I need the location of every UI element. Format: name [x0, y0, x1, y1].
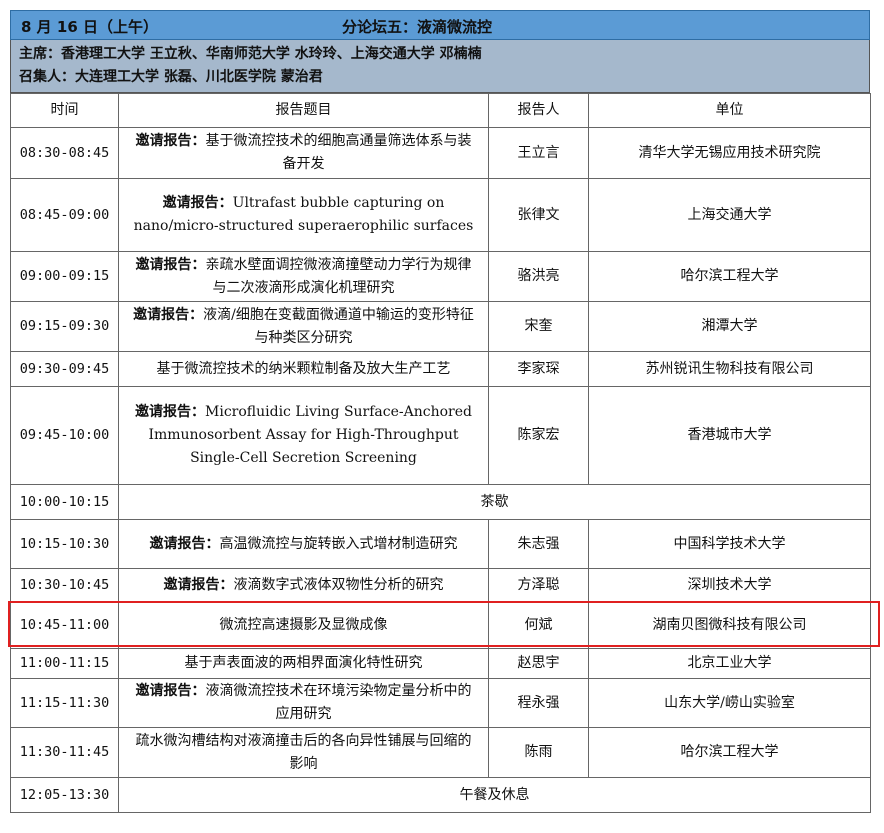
time-cell: 08:45-09:00 — [10, 178, 119, 252]
schedule-body: 08:30-08:45 邀请报告：基于微流控技术的细胞高通量筛选体系与装备开发 王立… — [10, 127, 871, 813]
chair-line: 主席：香港理工大学 王立秋、华南师范大学 水玲玲、上海交通大学 邓楠楠 — [19, 46, 482, 62]
topic-cell: 基于声表面波的两相界面演化特性研究 — [118, 648, 489, 679]
speaker-cell: 朱志强 — [488, 519, 589, 569]
topic-text: 基于声表面波的两相界面演化特性研究 — [184, 655, 423, 671]
invited-report-tag: 邀请报告： — [135, 133, 206, 149]
affiliation-cell: 湘潭大学 — [588, 301, 871, 352]
topic-text: 液滴/细胞在变截面微通道中输运的变形特征与种类区分研究 — [203, 306, 474, 346]
affiliation-cell: 哈尔滨工程大学 — [588, 251, 871, 302]
topic-cell: 邀请报告：高温微流控与旋转嵌入式增材制造研究 — [118, 519, 489, 569]
invited-report-tag: 邀请报告： — [133, 306, 204, 323]
time-cell: 09:45-10:00 — [10, 386, 119, 485]
speaker-cell: 程永强 — [488, 678, 589, 728]
time-cell: 12:05-13:30 — [10, 777, 119, 813]
schedule-row: 11:30-11:45 疏水微沟槽结构对液滴撞击后的各向异性铺展与回缩的影响 陈雨哈… — [10, 727, 871, 778]
time-cell: 09:30-09:45 — [10, 351, 119, 387]
column-header-topic: 报告题目 — [118, 93, 489, 128]
schedule-row: 08:45-09:00 邀请报告：Ultrafast bubble capturi… — [10, 178, 871, 252]
schedule-row: 10:45-11:00 微流控高速摄影及显微成像 何斌 湖南贝图微科技有限公司 — [10, 602, 871, 649]
topic-cell: 疏水微沟槽结构对液滴撞击后的各向异性铺展与回缩的影响 — [118, 727, 489, 778]
time-cell: 11:00-11:15 — [10, 648, 119, 679]
topic-text: 基于微流控技术的细胞高通量筛选体系与装备开发 — [205, 133, 472, 172]
speaker-cell: 王立言 — [488, 127, 589, 179]
break-row: 12:05-13:30 午餐及休息 — [10, 777, 871, 813]
topic-text: 疏水微沟槽结构对液滴撞击后的各向异性铺展与回缩的影响 — [135, 732, 472, 772]
schedule-row: 10:30-10:45 邀请报告：液滴数字式液体双物性分析的研究 方泽聪 深圳技术大学 — [10, 568, 871, 603]
invited-report-tag: 邀请报告： — [135, 683, 206, 699]
affiliation-cell: 深圳技术大学 — [588, 568, 871, 603]
session-title-bar: 8 月 16 日（上午） 分论坛五：液滴微流控 — [10, 10, 870, 40]
topic-cell: 基于微流控技术的纳米颗粒制备及放大生产工艺 — [118, 351, 489, 387]
affiliation-cell: 北京工业大学 — [588, 648, 871, 679]
schedule-row: 10:15-10:30 邀请报告：高温微流控与旋转嵌入式增材制造研究 朱志强 中国科学… — [10, 519, 871, 569]
schedule-table: 时间 报告题目 报告人 单位 08:30-08:45 邀请报告：基于微流控技术的细… — [10, 93, 871, 813]
topic-cell: 微流控高速摄影及显微成像 — [118, 602, 489, 649]
schedule-row: 11:00-11:15 基于声表面波的两相界面演化特性研究 赵思宇 北京工业大学 — [10, 648, 871, 679]
affiliation-cell: 上海交通大学 — [588, 178, 871, 252]
topic-cell: 邀请报告：液滴/细胞在变截面微通道中输运的变形特征与种类区分研究 — [118, 301, 489, 352]
topic-text: 微流控高速摄影及显微成像 — [219, 617, 388, 633]
topic-text: 基于微流控技术的纳米颗粒制备及放大生产工艺 — [156, 360, 451, 377]
affiliation-cell: 中国科学技术大学 — [588, 519, 871, 569]
topic-cell: 邀请报告：基于微流控技术的细胞高通量筛选体系与装备开发 — [118, 127, 489, 179]
forum-title: 分论坛五：液滴微流控 — [342, 18, 493, 36]
invited-report-tag: 邀请报告： — [162, 195, 233, 211]
schedule-row: 11:15-11:30 邀请报告：液滴微流控技术在环境污染物定量分析中的应用研究程… — [10, 678, 871, 728]
speaker-cell: 陈家宏 — [488, 386, 589, 485]
invited-report-tag: 邀请报告： — [149, 535, 220, 552]
table-header-row: 时间 报告题目 报告人 单位 — [10, 93, 871, 128]
speaker-cell: 骆洪亮 — [488, 251, 589, 302]
schedule-row: 09:30-09:45 基于微流控技术的纳米颗粒制备及放大生产工艺 李家琛 苏州锐讯生… — [10, 351, 871, 387]
speaker-cell: 何斌 — [488, 602, 589, 649]
break-row: 10:00-10:15 茶歇 — [10, 484, 871, 520]
time-cell: 10:15-10:30 — [10, 519, 119, 569]
break-cell: 茶歇 — [118, 484, 871, 520]
topic-text: 亲疏水壁面调控微液滴撞壁动力学行为规律与二次液滴形成演化机理研究 — [205, 256, 472, 296]
invited-report-tag: 邀请报告： — [135, 256, 206, 273]
speaker-cell: 陈雨 — [488, 727, 589, 778]
speaker-cell: 宋奎 — [488, 301, 589, 352]
topic-cell: 邀请报告：亲疏水壁面调控微液滴撞壁动力学行为规律与二次液滴形成演化机理研究 — [118, 251, 489, 302]
chairs-panel: 主席：香港理工大学 王立秋、华南师范大学 水玲玲、上海交通大学 邓楠楠 召集人：… — [10, 40, 870, 93]
affiliation-cell: 山东大学/崂山实验室 — [588, 678, 871, 728]
schedule-row: 09:45-10:00 邀请报告：Microfluidic Living Surf… — [10, 386, 871, 485]
topic-cell: 邀请报告：液滴微流控技术在环境污染物定量分析中的应用研究 — [118, 678, 489, 728]
affiliation-cell: 湖南贝图微科技有限公司 — [588, 602, 871, 649]
schedule-row: 09:15-09:30 邀请报告：液滴/细胞在变截面微通道中输运的变形特征与种类区… — [10, 301, 871, 352]
invited-report-tag: 邀请报告： — [163, 577, 234, 593]
topic-text: 液滴数字式液体双物性分析的研究 — [233, 577, 444, 593]
break-cell: 午餐及休息 — [118, 777, 871, 813]
time-cell: 11:15-11:30 — [10, 678, 119, 728]
affiliation-cell: 苏州锐讯生物科技有限公司 — [588, 351, 871, 387]
topic-cell: 邀请报告：液滴数字式液体双物性分析的研究 — [118, 568, 489, 603]
speaker-cell: 张律文 — [488, 178, 589, 252]
column-header-affiliation: 单位 — [588, 93, 871, 128]
affiliation-cell: 清华大学无锡应用技术研究院 — [588, 127, 871, 179]
time-cell: 09:00-09:15 — [10, 251, 119, 302]
convener-line: 召集人：大连理工大学 张磊、川北医学院 蒙治君 — [19, 69, 323, 85]
time-cell: 08:30-08:45 — [10, 127, 119, 179]
topic-cell: 邀请报告：Microfluidic Living Surface-Anchore… — [118, 386, 489, 485]
affiliation-cell: 哈尔滨工程大学 — [588, 727, 871, 778]
topic-text: 高温微流控与旋转嵌入式增材制造研究 — [219, 535, 458, 552]
speaker-cell: 赵思宇 — [488, 648, 589, 679]
time-cell: 10:45-11:00 — [10, 602, 119, 649]
schedule-page: 8 月 16 日（上午） 分论坛五：液滴微流控 主席：香港理工大学 王立秋、华南… — [8, 10, 880, 813]
time-cell: 10:30-10:45 — [10, 568, 119, 603]
topic-cell: 邀请报告：Ultrafast bubble capturing on nano/… — [118, 178, 489, 252]
invited-report-tag: 邀请报告： — [135, 404, 206, 420]
session-date: 8 月 16 日（上午） — [21, 18, 158, 36]
column-header-speaker: 报告人 — [488, 93, 589, 128]
affiliation-cell: 香港城市大学 — [588, 386, 871, 485]
column-header-time: 时间 — [10, 93, 119, 128]
schedule-row: 09:00-09:15 邀请报告：亲疏水壁面调控微液滴撞壁动力学行为规律与二次液滴… — [10, 251, 871, 302]
time-cell: 10:00-10:15 — [10, 484, 119, 520]
time-cell: 09:15-09:30 — [10, 301, 119, 352]
speaker-cell: 方泽聪 — [488, 568, 589, 603]
speaker-cell: 李家琛 — [488, 351, 589, 387]
time-cell: 11:30-11:45 — [10, 727, 119, 778]
schedule-row: 08:30-08:45 邀请报告：基于微流控技术的细胞高通量筛选体系与装备开发 王立… — [10, 127, 871, 179]
topic-text: 液滴微流控技术在环境污染物定量分析中的应用研究 — [205, 683, 472, 722]
